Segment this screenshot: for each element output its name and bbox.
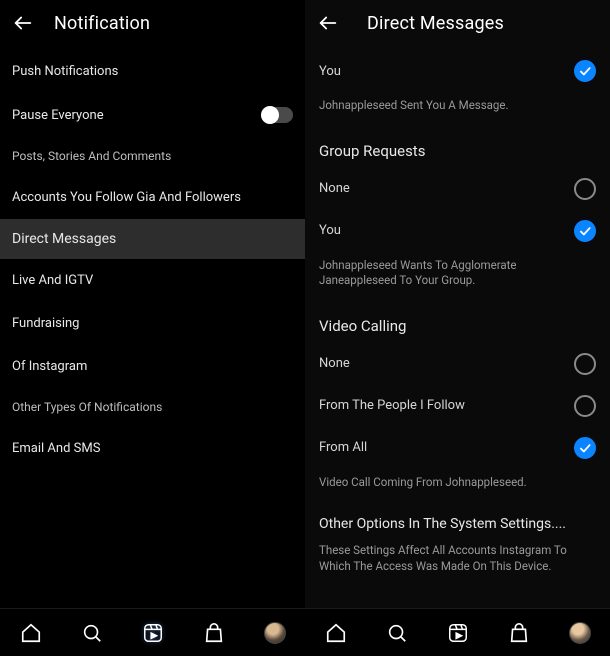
section-group-requests: Group Requests: [305, 126, 610, 168]
toggle-switch[interactable]: [261, 107, 293, 123]
back-button[interactable]: [315, 10, 341, 36]
shop-icon: [203, 622, 225, 644]
arrow-left-icon: [317, 12, 339, 34]
nav-right: [305, 609, 610, 656]
nav-home[interactable]: [17, 619, 45, 647]
label: From All: [319, 440, 367, 455]
label: Email And SMS: [12, 441, 100, 456]
direct-messages-panel: Direct Messages You Johnappleseed Sent Y…: [305, 0, 610, 608]
radio-checked-icon: [574, 60, 596, 82]
nav-home[interactable]: [322, 619, 350, 647]
reels-icon: [447, 622, 469, 644]
section-video-calling: Video Calling: [305, 301, 610, 343]
nav-profile[interactable]: [261, 619, 289, 647]
label: Of Instagram: [12, 359, 87, 374]
avatar-icon: [264, 622, 286, 644]
other-options-helper: These Settings Affect All Accounts Insta…: [305, 538, 610, 584]
item-pause-everyone[interactable]: Pause Everyone: [0, 93, 305, 137]
notification-settings-panel: Notification Push Notifications Pause Ev…: [0, 0, 305, 608]
arrow-left-icon: [12, 12, 34, 34]
label: Pause Everyone: [12, 108, 104, 123]
label: None: [319, 356, 350, 371]
item-other-types[interactable]: Other Types Of Notifications: [0, 388, 305, 427]
nav-search[interactable]: [78, 619, 106, 647]
page-title: Notification: [54, 13, 150, 34]
label: None: [319, 181, 350, 196]
page-title: Direct Messages: [367, 13, 504, 34]
nav-left: [0, 609, 305, 656]
nav-reels[interactable]: [444, 619, 472, 647]
nav-reels[interactable]: [139, 619, 167, 647]
item-direct-messages[interactable]: Direct Messages: [0, 219, 305, 259]
label: Live And IGTV: [12, 273, 93, 288]
label: Push Notifications: [12, 64, 118, 79]
other-options-link[interactable]: Other Options In The System Settings....: [305, 502, 610, 538]
helper-text: Video Call Coming From Johnappleseed.: [305, 469, 610, 503]
shop-icon: [508, 622, 530, 644]
avatar-icon: [569, 622, 591, 644]
label: Fundraising: [12, 316, 79, 331]
label: Other Types Of Notifications: [12, 400, 162, 414]
home-icon: [20, 622, 42, 644]
label: You: [319, 223, 341, 238]
item-live-igtv[interactable]: Live And IGTV: [0, 259, 305, 302]
option-none[interactable]: None: [305, 168, 610, 210]
item-of-instagram[interactable]: Of Instagram: [0, 345, 305, 388]
radio-unchecked-icon: [574, 353, 596, 375]
helper-text: Johnappleseed Sent You A Message.: [305, 92, 610, 126]
home-icon: [325, 622, 347, 644]
item-accounts-follow[interactable]: Accounts You Follow Gia And Followers: [0, 176, 305, 219]
radio-unchecked-icon: [574, 395, 596, 417]
option-you[interactable]: You: [305, 50, 610, 92]
search-icon: [386, 622, 408, 644]
nav-shop[interactable]: [200, 619, 228, 647]
option-you[interactable]: You: [305, 210, 610, 252]
right-header: Direct Messages: [305, 0, 610, 50]
option-from-all[interactable]: From All: [305, 427, 610, 469]
option-from-people-i-follow[interactable]: From The People I Follow: [305, 385, 610, 427]
option-none[interactable]: None: [305, 343, 610, 385]
nav-profile[interactable]: [566, 619, 594, 647]
label: From The People I Follow: [319, 398, 465, 413]
helper-text: Johnappleseed Wants To Agglomerate Janea…: [305, 252, 610, 301]
radio-unchecked-icon: [574, 178, 596, 200]
radio-checked-icon: [574, 220, 596, 242]
back-button[interactable]: [10, 10, 36, 36]
item-posts-stories-comments[interactable]: Posts, Stories And Comments: [0, 137, 305, 176]
label: Posts, Stories And Comments: [12, 149, 171, 163]
bottom-nav: [0, 608, 610, 656]
left-header: Notification: [0, 0, 305, 50]
nav-shop[interactable]: [505, 619, 533, 647]
label: Direct Messages: [12, 231, 116, 247]
label: You: [319, 64, 341, 79]
item-fundraising[interactable]: Fundraising: [0, 302, 305, 345]
item-email-sms[interactable]: Email And SMS: [0, 427, 305, 470]
item-push-notifications[interactable]: Push Notifications: [0, 50, 305, 93]
nav-search[interactable]: [383, 619, 411, 647]
label: Accounts You Follow Gia And Followers: [12, 190, 241, 205]
reels-icon: [142, 622, 164, 644]
radio-checked-icon: [574, 437, 596, 459]
search-icon: [81, 622, 103, 644]
